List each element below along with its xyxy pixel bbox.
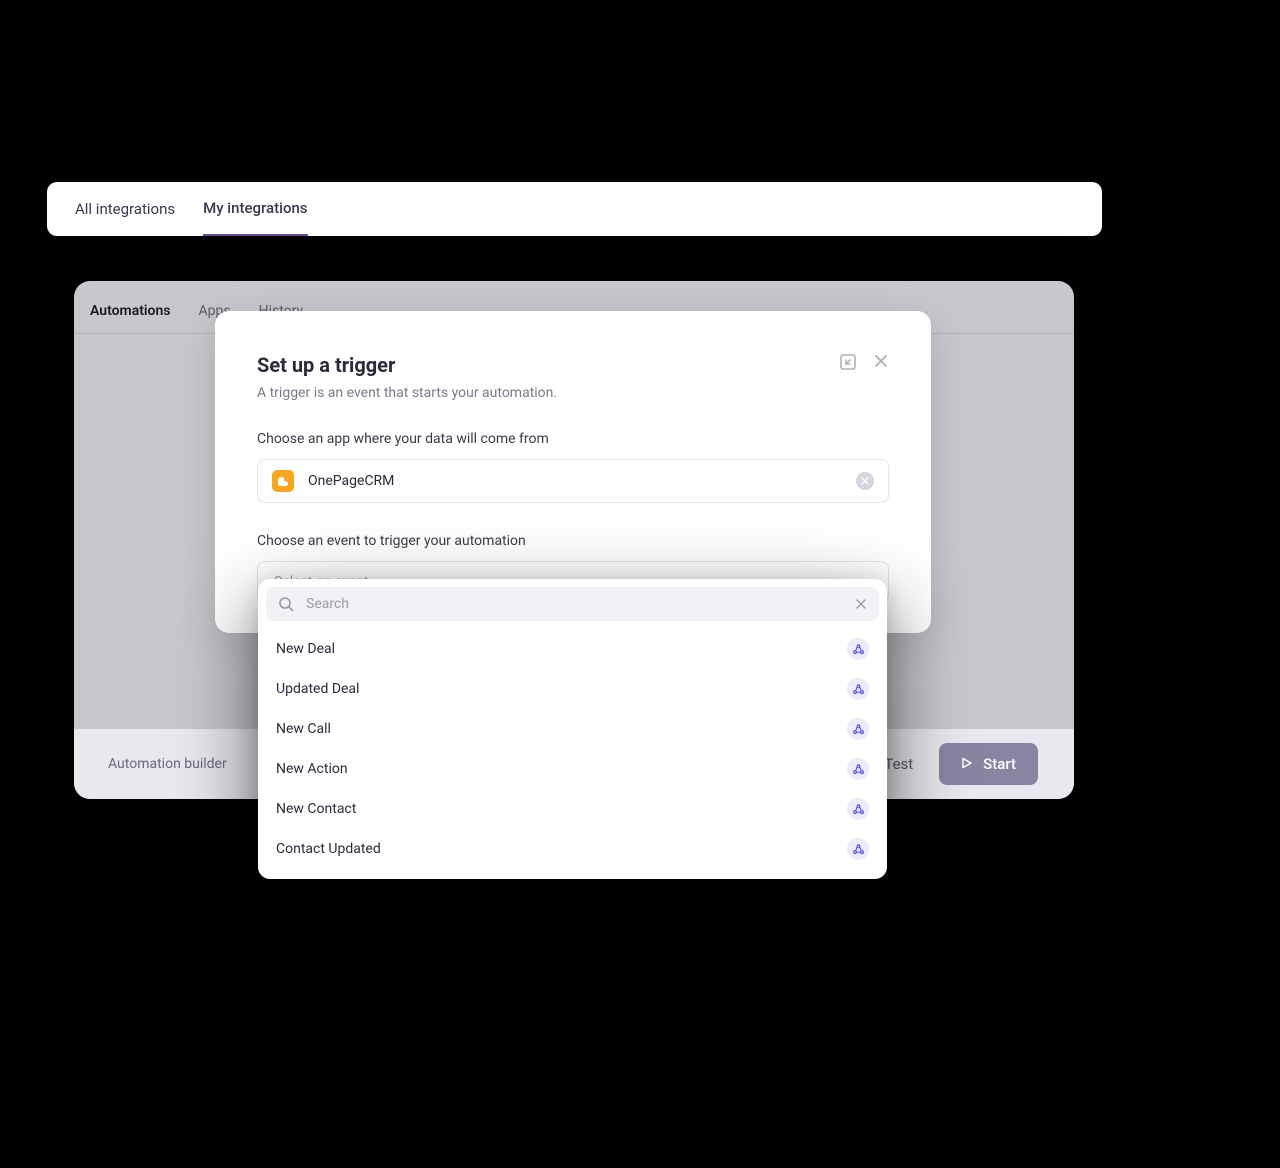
test-button[interactable]: Test — [884, 755, 913, 773]
modal-subtitle: A trigger is an event that starts your a… — [257, 385, 557, 401]
event-option[interactable]: New Contact — [258, 789, 887, 829]
choose-app-label: Choose an app where your data will come … — [257, 431, 889, 447]
play-icon — [961, 755, 973, 773]
search-icon — [278, 596, 294, 612]
onepagecrm-icon — [272, 470, 294, 492]
event-option-label: New Deal — [276, 641, 335, 657]
webhook-icon — [847, 798, 869, 820]
integrations-tabs: All integrations My integrations — [47, 182, 1102, 236]
webhook-icon — [847, 638, 869, 660]
event-option[interactable]: Contact Updated — [258, 829, 887, 869]
choose-event-label: Choose an event to trigger your automati… — [257, 533, 889, 549]
tab-my-integrations[interactable]: My integrations — [203, 182, 307, 236]
event-option[interactable]: New Call — [258, 709, 887, 749]
app-selector[interactable]: OnePageCRM — [257, 459, 889, 503]
selected-app-name: OnePageCRM — [308, 473, 394, 489]
tab-all-integrations[interactable]: All integrations — [75, 183, 175, 235]
event-option[interactable]: Updated Deal — [258, 669, 887, 709]
start-button[interactable]: Start — [939, 743, 1038, 785]
clear-app-icon[interactable] — [856, 472, 874, 490]
close-icon[interactable] — [873, 353, 889, 375]
search-input[interactable] — [306, 596, 843, 612]
webhook-icon — [847, 678, 869, 700]
dropdown-search-row — [266, 587, 879, 621]
event-dropdown: New Deal Updated Deal New Call New Action Ne… — [258, 579, 887, 879]
event-option-label: Updated Deal — [276, 681, 359, 697]
expand-icon[interactable] — [839, 353, 857, 375]
tab-automations[interactable]: Automations — [90, 303, 171, 319]
event-option[interactable]: New Action — [258, 749, 887, 789]
webhook-icon — [847, 758, 869, 780]
start-button-label: Start — [983, 755, 1016, 773]
event-option-label: Contact Updated — [276, 841, 381, 857]
webhook-icon — [847, 718, 869, 740]
event-option-label: New Call — [276, 721, 331, 737]
footer-builder-label: Automation builder — [108, 756, 227, 772]
modal-title: Set up a trigger — [257, 353, 557, 377]
webhook-icon — [847, 838, 869, 860]
event-option[interactable]: New Deal — [258, 629, 887, 669]
event-option-label: New Contact — [276, 801, 356, 817]
event-option-label: New Action — [276, 761, 348, 777]
clear-search-icon[interactable] — [855, 598, 867, 610]
